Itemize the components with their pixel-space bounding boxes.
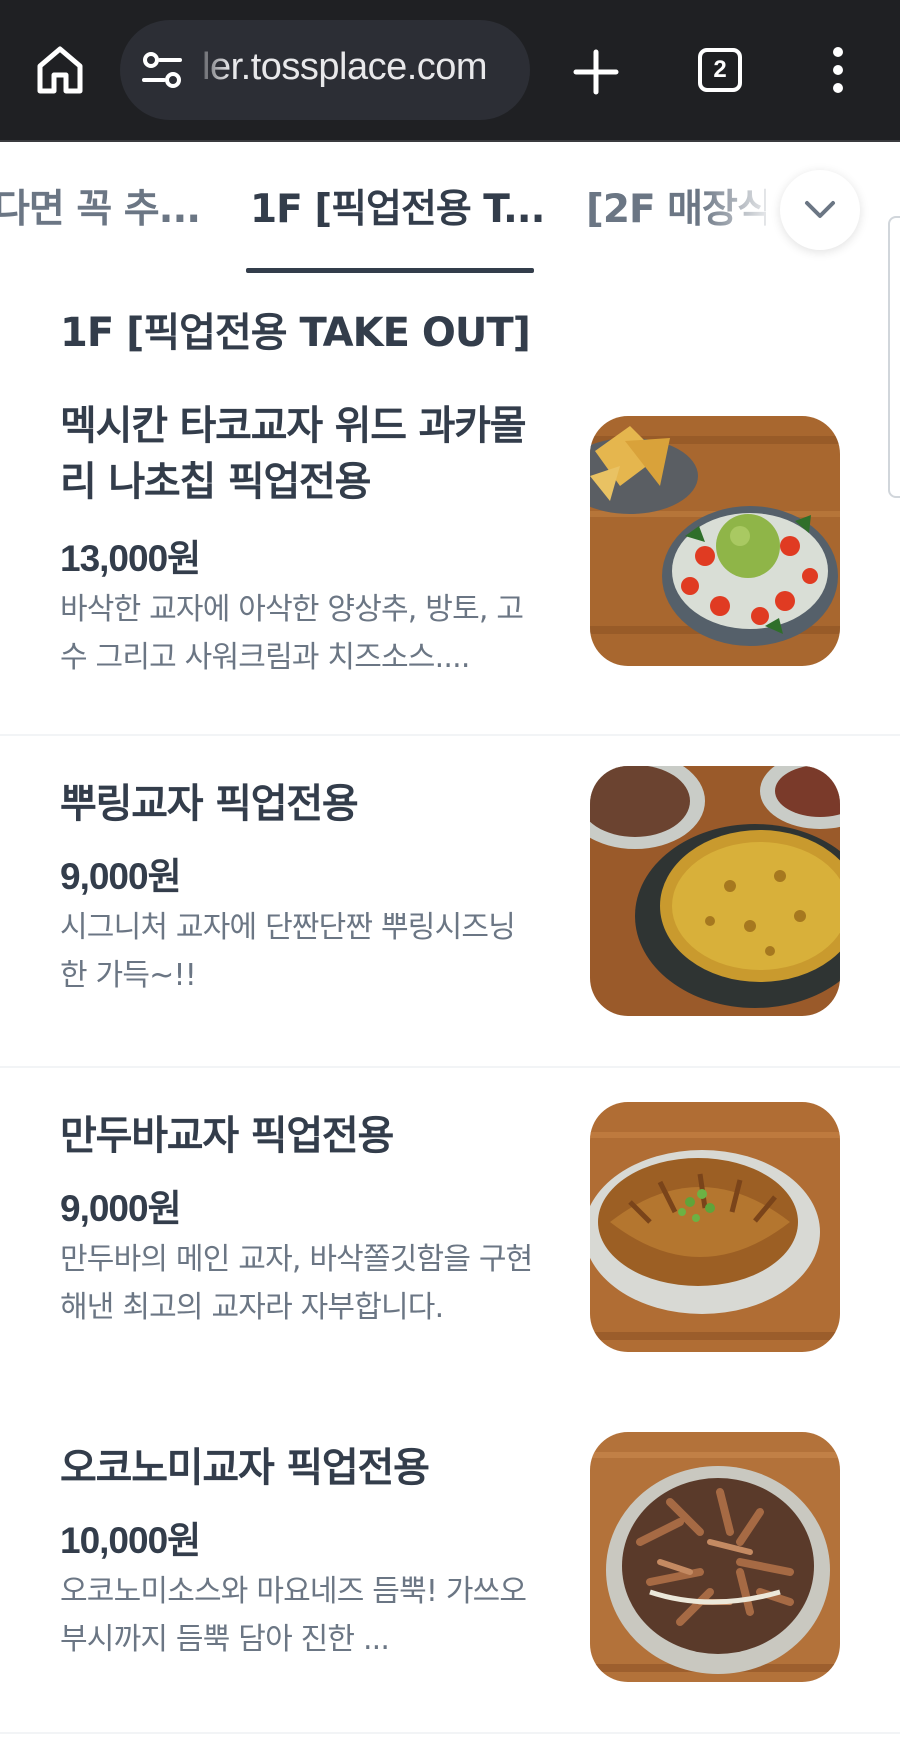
item-price: 13,000원	[60, 538, 201, 579]
active-tab-indicator	[246, 268, 534, 273]
home-icon[interactable]	[34, 44, 86, 96]
chevron-down-icon	[805, 201, 835, 218]
item-description: 오코노미소스와 마요네즈 듬뿍! 가쓰오부시까지 듬뿍 담아 진한 ...	[60, 1574, 527, 1657]
category-tab-bar: 다면 꼭 추... 1F [픽업전용 T... [2F 매장식	[0, 144, 900, 274]
divider	[0, 1732, 900, 1734]
item-price: 9,000원	[60, 856, 182, 897]
browser-toolbar: ler.tossplace.com 2	[0, 0, 900, 142]
address-bar[interactable]: ler.tossplace.com	[120, 20, 530, 120]
item-photo[interactable]	[590, 1102, 840, 1352]
item-description: 만두바의 메인 교자, 바삭쫄깃함을 구현해낸 최고의 교자라 자부합니다.	[60, 1242, 533, 1325]
tab-switcher-icon[interactable]: 2	[698, 48, 742, 92]
menu-item[interactable]: 만두바교자 픽업전용 9,000원 만두바의 메인 교자, 바삭쫄깃함을 구현해…	[0, 1068, 900, 1398]
item-photo[interactable]	[590, 766, 840, 1016]
plus-icon[interactable]	[570, 48, 622, 96]
section-title: 1F [픽업전용 TAKE OUT]	[60, 310, 531, 356]
item-name: 뿌링교자 픽업전용	[60, 781, 359, 827]
more-vert-icon[interactable]	[828, 46, 848, 94]
url-text[interactable]: ler.tossplace.com	[202, 46, 488, 89]
item-photo[interactable]	[590, 1432, 840, 1682]
category-tab[interactable]: 다면 꼭 추...	[0, 178, 201, 234]
item-photo[interactable]	[590, 416, 840, 666]
menu-item[interactable]: 뿌링교자 픽업전용 9,000원 시그니처 교자에 단짠단짠 뿌링시즈닝 한 가…	[0, 736, 900, 1068]
item-description: 바삭한 교자에 아삭한 양상추, 방토, 고수 그리고 사워크림과 치즈소스..…	[60, 592, 524, 675]
site-settings-icon[interactable]	[140, 50, 184, 90]
item-price: 10,000원	[60, 1520, 201, 1561]
item-description: 시그니처 교자에 단짠단짠 뿌링시즈닝 한 가득~!!	[60, 910, 516, 993]
category-tab-active[interactable]: 1F [픽업전용 T...	[250, 178, 545, 234]
expand-categories-button[interactable]	[780, 170, 860, 250]
url-fade	[190, 20, 230, 120]
menu-item[interactable]: 오코노미교자 픽업전용 10,000원 오코노미소스와 마요네즈 듬뿍! 가쓰오…	[0, 1398, 900, 1734]
menu-item[interactable]: 멕시칸 타코교자 위드 과카몰리 나초칩 픽업전용 13,000원 바삭한 교자…	[0, 380, 900, 736]
tab-fade	[700, 144, 780, 264]
item-name: 멕시칸 타코교자 위드 과카몰리 나초칩 픽업전용	[60, 403, 527, 505]
item-name: 만두바교자 픽업전용	[60, 1113, 394, 1159]
item-price: 9,000원	[60, 1188, 182, 1229]
item-name: 오코노미교자 픽업전용	[60, 1445, 430, 1491]
